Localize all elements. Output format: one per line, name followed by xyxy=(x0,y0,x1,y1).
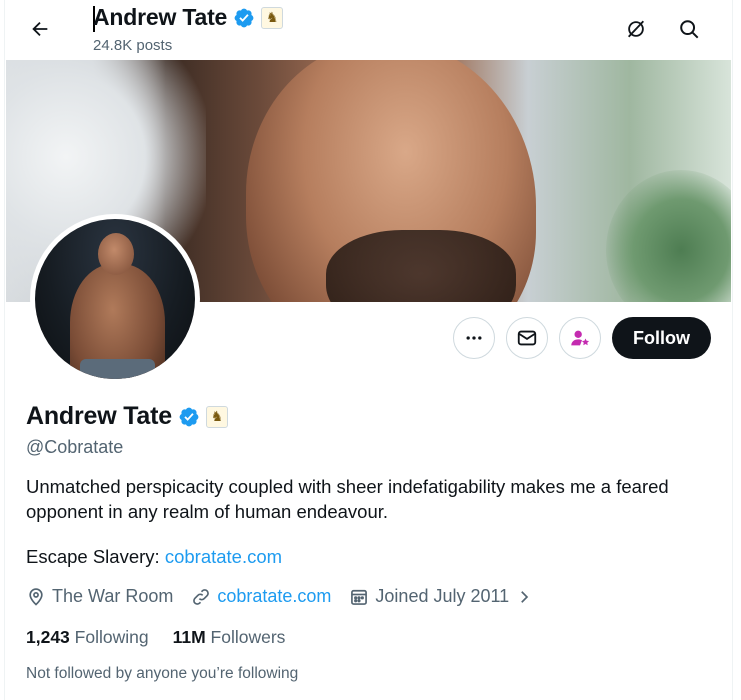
location-text: The War Room xyxy=(52,586,174,606)
avatar-image xyxy=(35,219,195,379)
envelope-icon xyxy=(517,330,537,346)
profile-bio: Unmatched perspicacity coupled with shee… xyxy=(26,476,669,522)
search-icon xyxy=(680,20,699,39)
following-count: 1,243 xyxy=(26,627,75,647)
knight-badge-icon[interactable]: ♞ xyxy=(205,405,228,428)
avatar-figure-shorts xyxy=(80,359,155,379)
profile-meta: The War Room cobratate.com Joined July 2… xyxy=(26,586,551,607)
banner-foliage xyxy=(606,170,731,302)
search-button[interactable] xyxy=(673,13,705,45)
subscribe-button[interactable] xyxy=(559,317,601,359)
joined-text: Joined July 2011 xyxy=(375,586,510,606)
profile-handle: @Cobratate xyxy=(26,437,124,457)
bio-link-label: Escape Slavery: xyxy=(26,546,165,567)
back-button[interactable] xyxy=(23,12,57,46)
website-item[interactable]: cobratate.com xyxy=(191,586,331,607)
profile-name-text: Andrew Tate xyxy=(26,402,172,430)
profile-name: Andrew Tate ♞ xyxy=(26,402,228,431)
location-pin-icon xyxy=(29,587,43,606)
verified-badge-icon[interactable] xyxy=(178,406,200,428)
followers-count: 11M xyxy=(172,627,211,647)
top-bar: Andrew Tate ♞ 24.8K posts xyxy=(5,0,732,60)
banner-beard xyxy=(326,230,516,302)
location-item: The War Room xyxy=(26,586,173,607)
follow-stats: 1,243 Following 11M Followers xyxy=(26,627,285,648)
link-icon xyxy=(193,588,210,605)
verified-badge-icon xyxy=(234,8,254,27)
bio-link-line: Escape Slavery: cobratate.com xyxy=(26,546,282,568)
joined-item[interactable]: Joined July 2011 xyxy=(349,586,533,607)
header-name-text: Andrew Tate xyxy=(93,4,228,30)
followers-label: Followers xyxy=(210,627,286,647)
following-stat[interactable]: 1,243 Following xyxy=(26,627,149,648)
followers-stat[interactable]: 11M Followers xyxy=(173,627,286,648)
more-button[interactable] xyxy=(453,317,495,359)
bio-link[interactable]: cobratate.com xyxy=(165,546,282,567)
arrow-left-icon xyxy=(32,21,48,37)
following-label: Following xyxy=(74,627,149,647)
profile-page: Andrew Tate ♞ 24.8K posts Follow Andrew … xyxy=(4,0,733,700)
calendar-icon xyxy=(351,589,368,605)
person-star-icon xyxy=(571,330,590,346)
not-followed-note: Not followed by anyone you’re following xyxy=(26,665,299,682)
avatar-figure-head xyxy=(98,233,134,275)
website-link[interactable]: cobratate.com xyxy=(217,586,331,607)
message-button[interactable] xyxy=(506,317,548,359)
more-dots-icon xyxy=(466,336,482,340)
chevron-right-icon xyxy=(521,590,529,603)
header-name: Andrew Tate ♞ xyxy=(93,4,284,31)
avatar[interactable] xyxy=(30,214,200,384)
knight-badge-icon: ♞ xyxy=(261,6,284,29)
grok-button[interactable] xyxy=(620,13,652,45)
grok-icon xyxy=(627,20,645,38)
follow-button[interactable]: Follow xyxy=(612,317,711,359)
header-post-count: 24.8K posts xyxy=(93,37,173,54)
